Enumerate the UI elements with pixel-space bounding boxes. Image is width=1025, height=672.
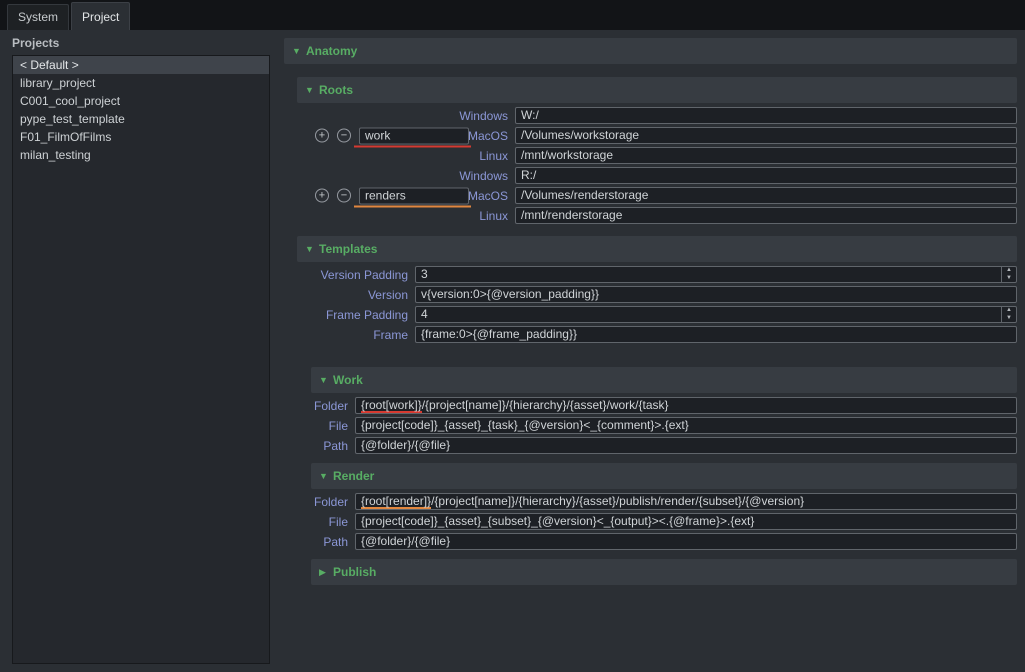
root-render-token: {root[render]} (361, 494, 431, 509)
add-root-button[interactable]: + (315, 129, 329, 143)
root-controls: + − renders (315, 187, 469, 204)
chevron-right-icon: ▶ (319, 567, 333, 578)
root-entry-renders: + − renders Windows R:/ MacOS /Volumes/r… (284, 167, 1017, 224)
section-work-title: Work (333, 373, 363, 387)
render-folder-label: Folder (284, 495, 355, 509)
platform-label-linux: Linux (284, 209, 515, 223)
annotation-underline-red (354, 145, 471, 147)
version-padding-label: Version Padding (284, 268, 415, 282)
windows-root-input[interactable]: R:/ (515, 167, 1017, 184)
frame-template-input[interactable]: {frame:0>{@frame_padding}} (415, 326, 1017, 343)
spin-up-icon[interactable]: ▲ (1002, 267, 1016, 275)
version-template-input[interactable]: v{version:0>{@version_padding}} (415, 286, 1017, 303)
annotation-underline-orange (354, 205, 471, 207)
platform-label-windows: Windows (284, 109, 515, 123)
section-roots-header[interactable]: ▼ Roots (297, 77, 1017, 103)
remove-root-button[interactable]: − (337, 189, 351, 203)
section-render-title: Render (333, 469, 374, 483)
settings-window: System Project Projects < Default > libr… (0, 0, 1025, 672)
render-file-label: File (284, 515, 355, 529)
frame-padding-value: 4 (416, 307, 1001, 322)
chevron-down-icon: ▼ (305, 244, 319, 254)
render-folder-rest: /{project[name]}/{hierarchy}/{asset}/pub… (431, 494, 804, 509)
render-folder-input[interactable]: {root[render]}/{project[name]}/{hierarch… (355, 493, 1017, 510)
window-tabbar: System Project (0, 0, 1025, 30)
spin-buttons: ▲ ▼ (1001, 267, 1016, 282)
tab-system[interactable]: System (7, 4, 69, 30)
macos-root-input[interactable]: /Volumes/renderstorage (515, 187, 1017, 204)
add-root-button[interactable]: + (315, 189, 329, 203)
linux-root-input[interactable]: /mnt/renderstorage (515, 207, 1017, 224)
work-path-label: Path (284, 439, 355, 453)
root-entry-work: + − work Windows W:/ MacOS /Volumes/work… (284, 107, 1017, 164)
tab-project[interactable]: Project (71, 2, 130, 30)
root-work-token: {root[work]} (361, 398, 422, 413)
projects-title: Projects (12, 36, 270, 50)
remove-root-button[interactable]: − (337, 129, 351, 143)
project-list-item[interactable]: library_project (13, 74, 269, 92)
spin-down-icon[interactable]: ▼ (1002, 315, 1016, 323)
chevron-down-icon: ▼ (292, 46, 306, 56)
work-folder-rest: /{project[name]}/{hierarchy}/{asset}/wor… (422, 398, 669, 413)
section-roots-title: Roots (319, 83, 353, 97)
root-name-value: renders (365, 188, 406, 202)
spin-buttons: ▲ ▼ (1001, 307, 1016, 322)
windows-root-input[interactable]: W:/ (515, 107, 1017, 124)
section-publish-title: Publish (333, 565, 376, 579)
main-area: Projects < Default > library_project C00… (0, 30, 1025, 672)
version-label: Version (284, 288, 415, 302)
macos-root-input[interactable]: /Volumes/workstorage (515, 127, 1017, 144)
work-path-input[interactable]: {@folder}/{@file} (355, 437, 1017, 454)
root-name-input[interactable]: work (359, 127, 469, 144)
platform-label-windows: Windows (284, 169, 515, 183)
render-file-input[interactable]: {project[code]}_{asset}_{subset}_{@versi… (355, 513, 1017, 530)
root-controls: + − work (315, 127, 469, 144)
render-path-label: Path (284, 535, 355, 549)
project-list: < Default > library_project C001_cool_pr… (12, 55, 270, 664)
work-folder-label: Folder (284, 399, 355, 413)
section-anatomy-title: Anatomy (306, 44, 357, 58)
frame-padding-input[interactable]: 4 ▲ ▼ (415, 306, 1017, 323)
section-render-header[interactable]: ▼ Render (311, 463, 1017, 489)
spin-up-icon[interactable]: ▲ (1002, 307, 1016, 315)
root-name-input[interactable]: renders (359, 187, 469, 204)
version-padding-input[interactable]: 3 ▲ ▼ (415, 266, 1017, 283)
work-file-label: File (284, 419, 355, 433)
spin-down-icon[interactable]: ▼ (1002, 275, 1016, 283)
work-file-input[interactable]: {project[code]}_{asset}_{task}_{@version… (355, 417, 1017, 434)
project-list-item[interactable]: C001_cool_project (13, 92, 269, 110)
section-templates-header[interactable]: ▼ Templates (297, 236, 1017, 262)
chevron-down-icon: ▼ (319, 471, 333, 481)
platform-label-linux: Linux (284, 149, 515, 163)
frame-label: Frame (284, 328, 415, 342)
version-padding-value: 3 (416, 267, 1001, 282)
chevron-down-icon: ▼ (305, 85, 319, 95)
section-work-header[interactable]: ▼ Work (311, 367, 1017, 393)
render-path-input[interactable]: {@folder}/{@file} (355, 533, 1017, 550)
project-list-item-default[interactable]: < Default > (13, 56, 269, 74)
project-list-item[interactable]: milan_testing (13, 146, 269, 164)
linux-root-input[interactable]: /mnt/workstorage (515, 147, 1017, 164)
project-list-item[interactable]: F01_FilmOfFilms (13, 128, 269, 146)
frame-padding-label: Frame Padding (284, 308, 415, 322)
chevron-down-icon: ▼ (319, 375, 333, 385)
settings-content: ▼ Anatomy ▼ Roots + − work (276, 30, 1025, 672)
projects-sidebar: Projects < Default > library_project C00… (0, 30, 276, 672)
section-templates-title: Templates (319, 242, 377, 256)
section-anatomy-header[interactable]: ▼ Anatomy (284, 38, 1017, 64)
project-list-item[interactable]: pype_test_template (13, 110, 269, 128)
root-name-value: work (365, 128, 390, 142)
section-publish-header[interactable]: ▶ Publish (311, 559, 1017, 585)
work-folder-input[interactable]: {root[work]}/{project[name]}/{hierarchy}… (355, 397, 1017, 414)
